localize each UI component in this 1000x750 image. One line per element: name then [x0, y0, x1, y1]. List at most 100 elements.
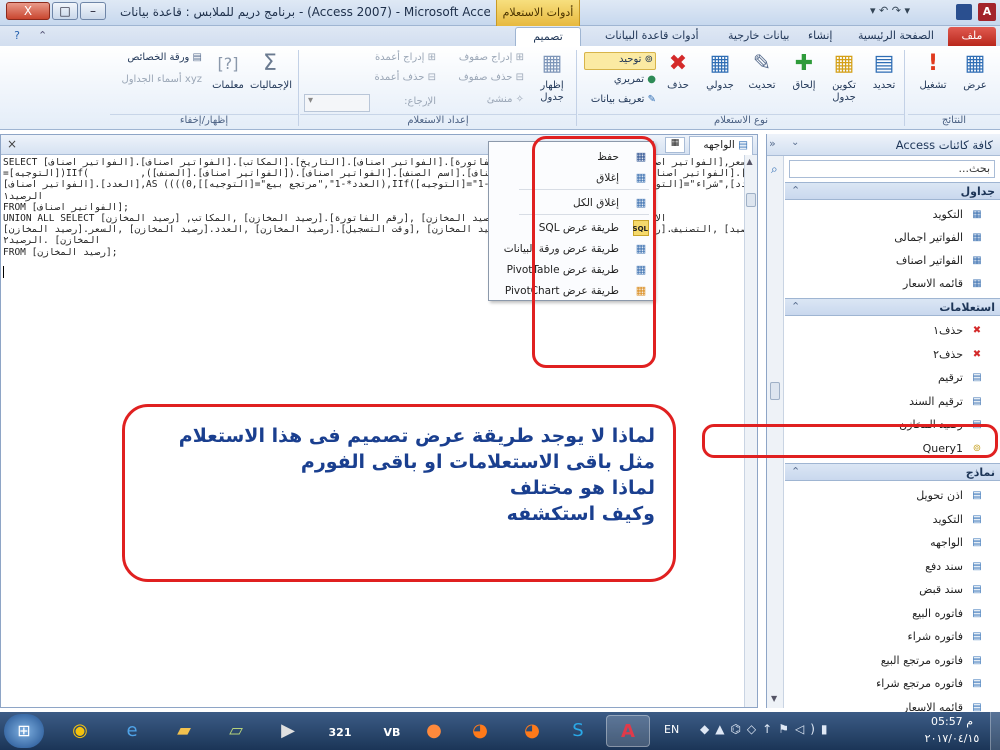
tab-home[interactable]: الصفحة الرئيسية	[850, 27, 942, 46]
return-dropdown[interactable]: ▾	[304, 94, 370, 112]
skype-icon[interactable]: S	[556, 715, 600, 747]
scroll-thumb[interactable]	[746, 193, 756, 207]
close-document-button[interactable]: ×	[7, 137, 17, 151]
shutter-bar-icon[interactable]: «	[769, 137, 776, 150]
nav-item[interactable]: ▦ التكويد	[785, 204, 991, 226]
insert-columns-button[interactable]: ⊞ إدراج أعمدة	[356, 52, 436, 70]
app-drop-icon[interactable]: ●	[412, 715, 456, 747]
nav-item-label: الفواتير اصناف	[895, 254, 963, 267]
data-definition-label: تعريف بيانات	[590, 94, 645, 105]
totals-button[interactable]: Σ الإجماليات	[250, 50, 293, 114]
window-minimize-button[interactable]: –	[80, 2, 106, 20]
update-button[interactable]: ✎ تحديث	[742, 50, 782, 114]
nav-item[interactable]: ✖ حذف٢	[785, 344, 991, 366]
nav-item[interactable]: ▦ قائمه الاسعار	[785, 273, 991, 295]
tab-design[interactable]: تصميم	[515, 27, 581, 46]
321-player-icon[interactable]: 321	[318, 715, 362, 747]
access-taskbar-icon[interactable]: A	[606, 715, 650, 747]
chevron-up-icon[interactable]: ⌃	[791, 465, 800, 478]
annotation-line: لماذا لا يوجد طريقة عرض تصميم فى هذا الا…	[178, 425, 655, 447]
language-indicator[interactable]: EN	[664, 723, 679, 736]
quick-access-toolbar[interactable]: ▾ ↶ ↷ ▾	[870, 4, 930, 22]
nav-item-label: سند قبض	[919, 583, 963, 596]
firefox-icon[interactable]: ◕	[458, 715, 502, 747]
nav-search-input[interactable]: بحث...	[789, 160, 995, 178]
chevron-up-icon[interactable]: ⌃	[791, 300, 800, 313]
nav-item[interactable]: ▤ فاتوره مرتجع شراء	[785, 673, 991, 695]
window-close-button[interactable]: X	[6, 2, 50, 20]
table-names-button[interactable]: xyz أسماء الجداول	[118, 74, 202, 92]
chrome-icon[interactable]: ◉	[58, 715, 102, 747]
property-sheet-button[interactable]: ▤ ورقة الخصائص	[118, 52, 202, 70]
nav-item[interactable]: ▤ فاتوره مرتجع البيع	[785, 650, 991, 672]
internet-explorer-icon[interactable]: e	[110, 715, 154, 747]
vb-icon[interactable]: VB	[370, 715, 414, 747]
media-icon[interactable]: ▶	[266, 715, 310, 747]
nav-item[interactable]: ▤ ترقيم	[785, 367, 991, 389]
data-definition-button[interactable]: ✎ تعريف بيانات	[580, 94, 656, 112]
clock-time[interactable]: 05:57 م	[920, 715, 984, 728]
nav-menu-chevron-icon[interactable]: ⌄	[791, 137, 799, 148]
nav-item[interactable]: ✖ حذف١	[785, 320, 991, 342]
scroll-up-icon[interactable]: ▲	[747, 157, 756, 167]
firefox-alt-icon[interactable]: ◕	[510, 715, 554, 747]
insert-rows-icon: ⊞	[512, 52, 524, 63]
show-desktop-button[interactable]	[990, 712, 1000, 750]
select-query-button[interactable]: ▤ تحديد	[864, 50, 904, 114]
tab-external-data[interactable]: بيانات خارجية	[720, 27, 797, 46]
nav-group-queries[interactable]: استعلامات ⌃	[785, 298, 1000, 316]
delete-columns-button[interactable]: ⊟ حذف أعمدة	[356, 72, 436, 90]
system-tray-icons[interactable]: ◆▲⌬◇↑⚑◁)▮	[700, 722, 890, 736]
nav-header[interactable]: كافة كائنات Access ⌄ «	[767, 134, 1000, 156]
nav-group-forms[interactable]: نماذج ⌃	[785, 463, 1000, 481]
nav-item[interactable]: ▦ الفواتير اصناف	[785, 250, 991, 272]
app-icon[interactable]: ▱	[214, 715, 258, 747]
view-button[interactable]: ▦ عرض	[955, 50, 995, 114]
return-text: الإرجاع:	[404, 96, 436, 107]
annotation-line: لماذا هو مختلف	[509, 477, 655, 499]
run-button[interactable]: ! تشغيل	[913, 50, 953, 114]
insert-rows-button[interactable]: ⊞ إدراج صفوف	[444, 52, 524, 70]
nav-item[interactable]: ▤ اذن تحويل	[785, 485, 991, 507]
totals-label: الإجماليات	[250, 80, 293, 91]
ribbon-separator	[576, 50, 577, 126]
nav-item[interactable]: ▤ سند دفع	[785, 556, 991, 578]
nav-item[interactable]: ▤ فاتوره البيع	[785, 603, 991, 625]
tab-create[interactable]: إنشاء	[800, 27, 840, 46]
nav-item[interactable]: ▤ فاتوره شراء	[785, 626, 991, 648]
append-button[interactable]: ✚ إلحاق	[784, 50, 824, 114]
nav-item[interactable]: ▤ الواجهه	[785, 532, 991, 554]
update-icon: ✎	[752, 51, 772, 76]
query-tab-icon[interactable]: ▦	[665, 137, 685, 153]
chevron-up-icon[interactable]: ⌃	[791, 184, 800, 197]
show-table-button[interactable]: ▦ إظهار جدول	[532, 50, 572, 114]
window-maximize-button[interactable]: □	[52, 2, 78, 20]
builder-button[interactable]: ✧ منشئ	[466, 94, 524, 112]
insert-columns-label: إدراج أعمدة	[374, 52, 425, 63]
make-table-button[interactable]: ▦ تكوين جدول	[824, 50, 864, 114]
union-button[interactable]: ⊚ توحيد	[584, 52, 656, 70]
tab-form-wajha[interactable]: ▤ الواجهه	[689, 136, 753, 155]
clock-date[interactable]: ٢٠١٧/٠٤/١٥	[920, 732, 984, 745]
title-bar: X □ – برنامج دريم للملابس : قاعدة بيانات…	[0, 0, 1000, 26]
append-label: إلحاق	[792, 80, 816, 91]
nav-item[interactable]: ▤ ترقيم السند	[785, 391, 991, 413]
delete-rows-button[interactable]: ⊟ حذف صفوف	[444, 72, 524, 90]
nav-item[interactable]: ▤ التكويد	[785, 509, 991, 531]
ribbon-minimize-icon[interactable]: ⌃	[30, 27, 55, 46]
crosstab-button[interactable]: ▦ جدولي	[700, 50, 740, 114]
nav-item[interactable]: ▤ سند قبض	[785, 579, 991, 601]
help-icon[interactable]: ?	[6, 27, 28, 46]
file-explorer-icon[interactable]: ▰	[162, 715, 206, 747]
nav-item[interactable]: ▦ الفواتير اجمالى	[785, 227, 991, 249]
parameters-button[interactable]: [?] معلمات	[208, 50, 248, 114]
nav-group-tables[interactable]: جداول ⌃	[785, 182, 1000, 200]
tab-file[interactable]: ملف	[948, 27, 996, 46]
delete-query-button[interactable]: ✖ حذف	[658, 50, 698, 114]
save-quick-icon[interactable]	[956, 4, 972, 20]
view-label: عرض	[963, 80, 987, 91]
group-label-query-type: نوع الاستعلام	[578, 114, 904, 128]
start-button[interactable]: ⊞	[4, 714, 44, 748]
tab-database-tools[interactable]: أدوات قاعدة البيانات	[597, 27, 707, 46]
passthrough-button[interactable]: ● تمريري	[588, 74, 656, 92]
